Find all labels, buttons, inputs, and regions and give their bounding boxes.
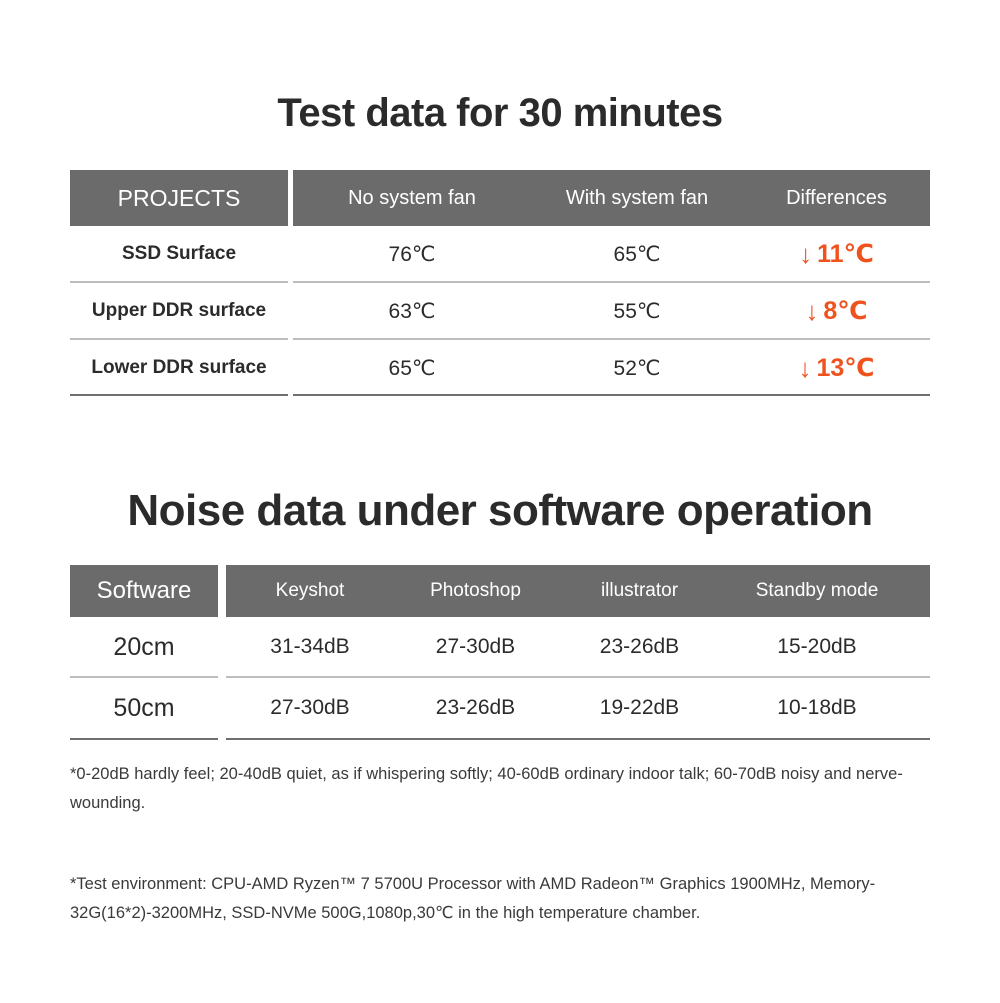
table1-row-values: 63℃ 55℃ ↓ 8℃	[293, 283, 930, 339]
table2-header-photoshop: Photoshop	[430, 580, 521, 601]
table1-cell-no-fan: 76℃	[388, 242, 436, 266]
table1-cell-with-fan: 65℃	[613, 242, 661, 266]
table1-cell-with-fan: 55℃	[613, 299, 661, 323]
table1-header-no-system-fan: No system fan	[348, 186, 476, 209]
footnote-test-environment: *Test environment: CPU-AMD Ryzen™ 7 5700…	[70, 875, 876, 922]
table2-header-row: Keyshot Photoshop illustrator Standby mo…	[226, 565, 930, 617]
difference-badge: ↓ 8℃	[805, 296, 867, 326]
table1-row-values: 65℃ 52℃ ↓ 13℃	[293, 340, 930, 396]
table1-header-with-system-fan: With system fan	[565, 186, 709, 209]
table1-cell-difference: ↓ 11℃	[743, 239, 930, 269]
table1-row-label: Upper DDR surface	[91, 300, 267, 321]
page-title-test-data: Test data for 30 minutes	[277, 91, 723, 135]
table1-header-row: No system fan With system fan Difference…	[293, 170, 930, 226]
table2-row-values: 27-30dB 23-26dB 19-22dB 10-18dB	[226, 678, 930, 738]
arrow-down-icon: ↓	[805, 296, 819, 326]
table2-cell-keyshot: 31-34dB	[270, 635, 350, 658]
arrow-down-icon: ↓	[798, 353, 812, 383]
table2-row-values: 31-34dB 27-30dB 23-26dB 15-20dB	[226, 617, 930, 677]
table1-cell-with-fan: 52℃	[613, 356, 661, 380]
table1-row-label: Lower DDR surface	[91, 357, 267, 378]
table2-cell-standby: 15-20dB	[777, 635, 857, 658]
table2-bottom-rule	[226, 738, 930, 740]
spec-sheet-page: Test data for 30 minutes PROJECTS No sys…	[0, 0, 1000, 1003]
table2-row-label: 20cm	[113, 632, 175, 661]
table2-cell-standby: 10-18dB	[777, 696, 857, 719]
table1-header-projects: PROJECTS	[70, 170, 288, 226]
table2-cell-photoshop: 27-30dB	[435, 635, 516, 658]
table2-header-illustrator: illustrator	[600, 580, 679, 601]
table2-cell-illustrator: 23-26dB	[599, 635, 680, 658]
table1-row-values: 76℃ 65℃ ↓ 11℃	[293, 226, 930, 282]
table2-cell-photoshop: 23-26dB	[435, 696, 516, 719]
table1-header-cell-label: PROJECTS	[117, 184, 241, 211]
difference-value: 8℃	[823, 297, 868, 325]
footnote-noise-reference: *0-20dB hardly feel; 20-40dB quiet, as i…	[70, 765, 903, 812]
table2-cell-keyshot: 27-30dB	[270, 696, 350, 719]
table1-bottom-rule	[70, 394, 288, 396]
table2-header-cell-label: Software	[96, 577, 192, 604]
table1-bottom-rule	[293, 394, 930, 396]
table2-row-label: 50cm	[113, 693, 175, 722]
arrow-down-icon: ↓	[799, 239, 813, 269]
difference-badge: ↓ 13℃	[798, 353, 874, 383]
table2-cell-illustrator: 19-22dB	[599, 696, 680, 719]
table1-cell-no-fan: 65℃	[388, 356, 436, 380]
table2-header-software: Software	[70, 565, 218, 617]
difference-value: 11℃	[817, 240, 874, 268]
table1-cell-difference: ↓ 13℃	[743, 353, 930, 383]
table2-header-keyshot: Keyshot	[275, 580, 345, 601]
table1-row-label: SSD Surface	[121, 243, 237, 264]
table2-bottom-rule	[70, 738, 218, 740]
table1-cell-difference: ↓ 8℃	[743, 296, 930, 326]
difference-badge: ↓ 11℃	[799, 239, 874, 269]
table1-cell-no-fan: 63℃	[388, 299, 436, 323]
difference-value: 13℃	[816, 354, 875, 382]
table1-header-differences: Differences	[786, 186, 887, 209]
page-title-noise-data: Noise data under software operation	[127, 486, 873, 535]
table2-header-standby-mode: Standby mode	[755, 580, 879, 601]
